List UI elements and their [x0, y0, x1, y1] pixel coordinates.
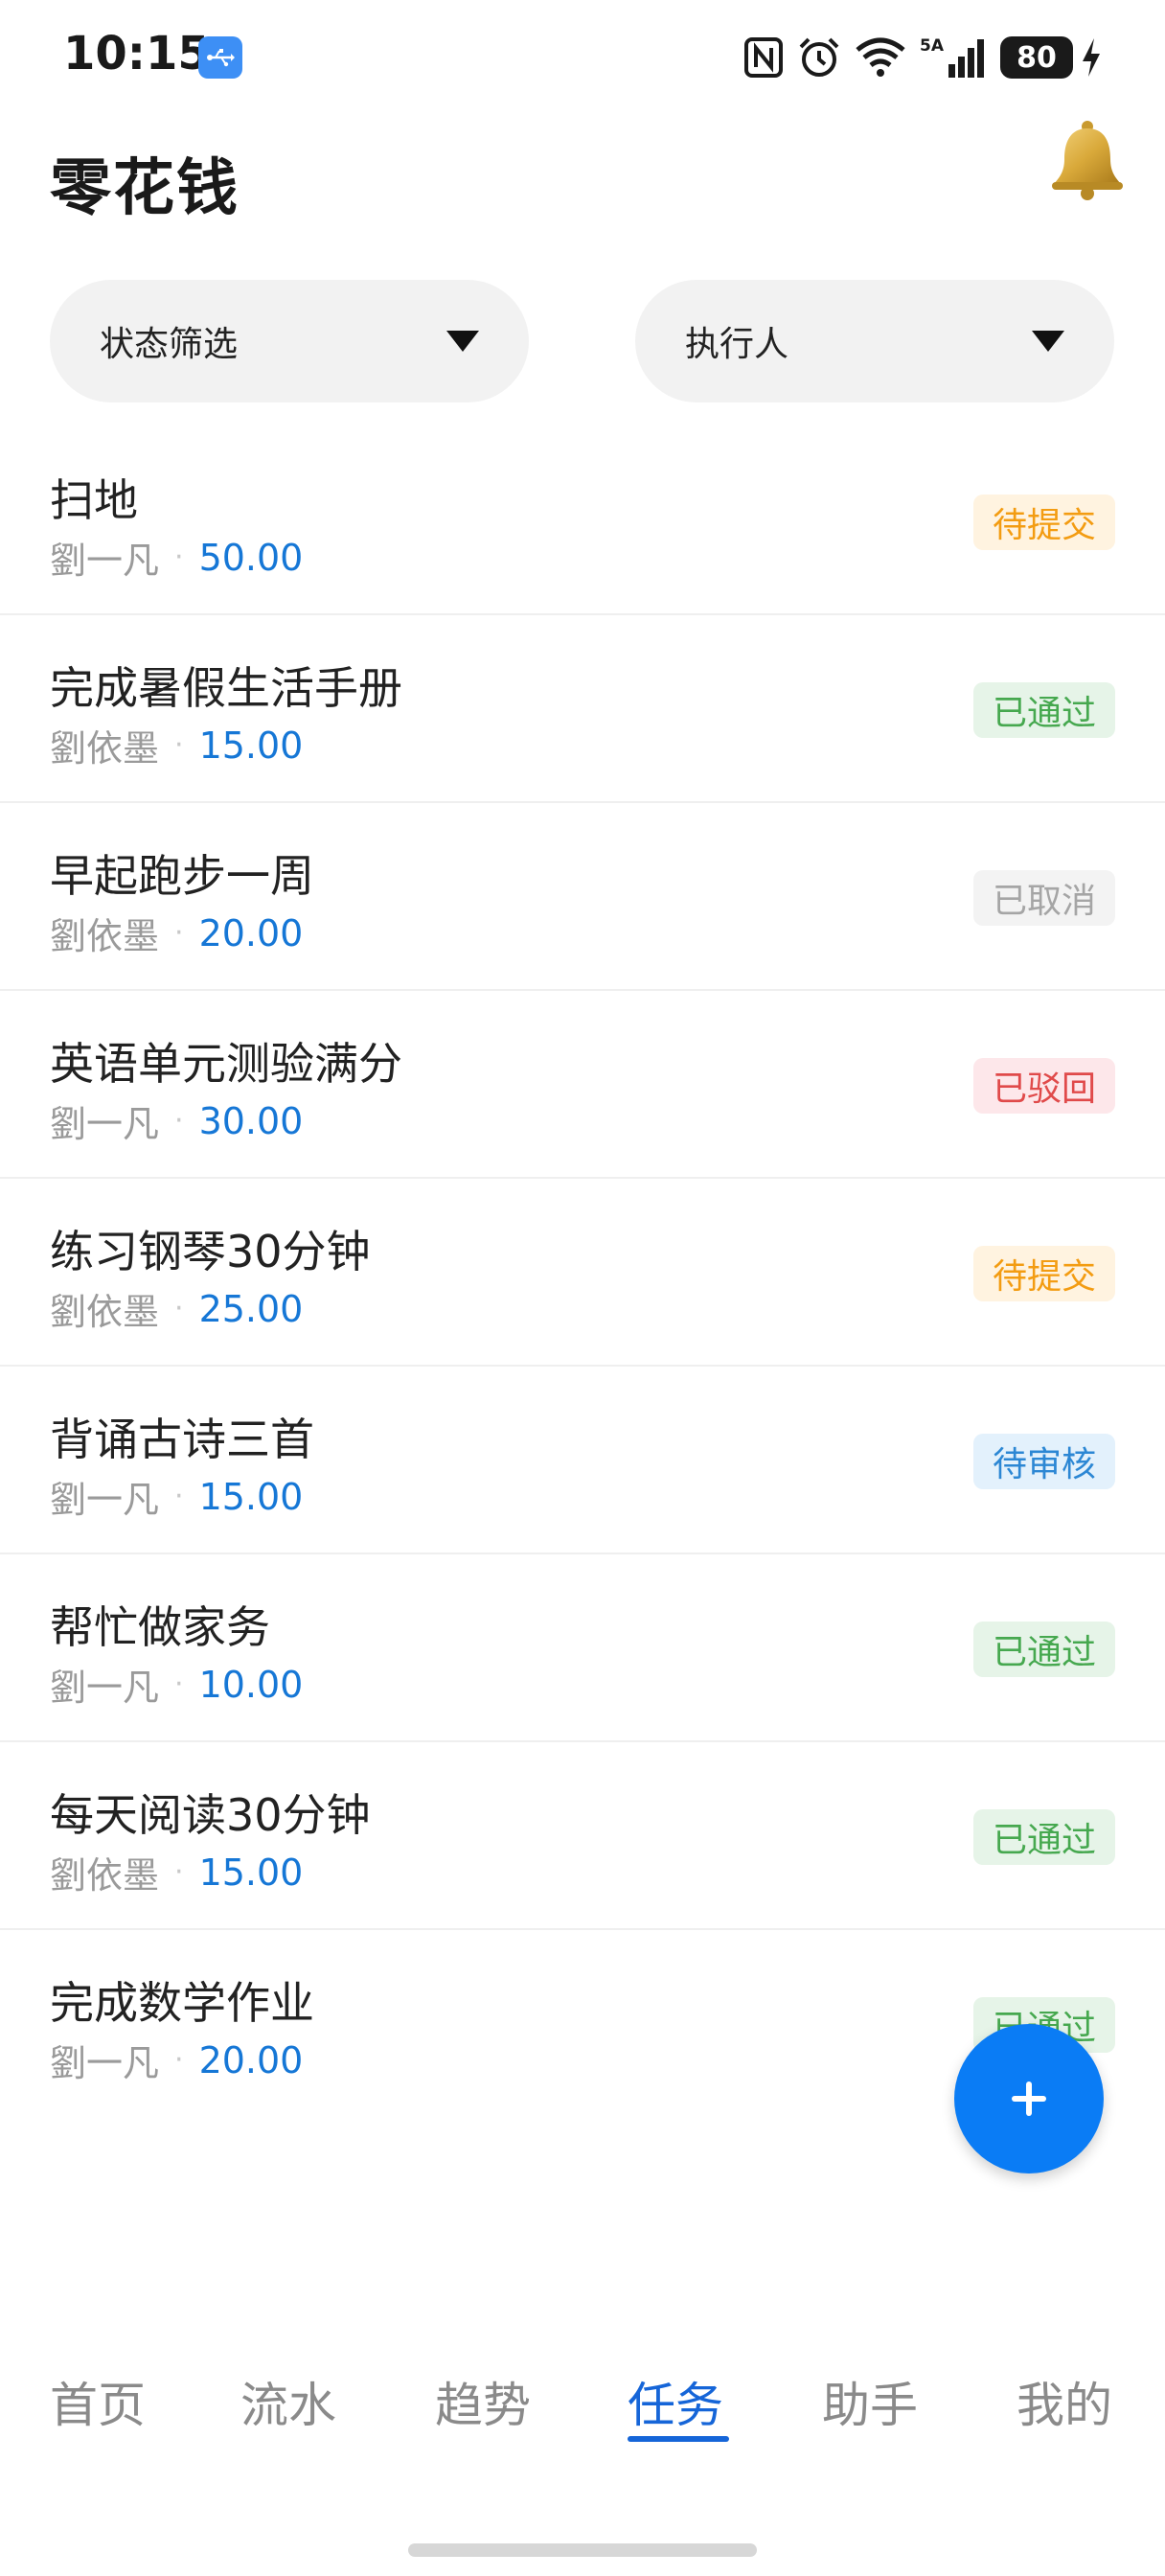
task-row[interactable]: 英语单元测验满分 劉一凡 · 30.00 已驳回 [0, 991, 1165, 1179]
meta-separator: · [174, 1668, 184, 1701]
task-amount: 50.00 [198, 536, 304, 579]
status-time: 10:15 [63, 27, 210, 80]
add-task-button[interactable] [954, 2024, 1104, 2174]
nav-item-me[interactable]: 我的 [1017, 2367, 1112, 2436]
status-badge: 已取消 [972, 870, 1115, 926]
assignee-filter-dropdown[interactable]: 执行人 [635, 280, 1114, 402]
status-badge: 待审核 [972, 1434, 1115, 1489]
task-meta: 劉一凡 · 15.00 [50, 1470, 303, 1523]
signal-icon: 5A [920, 35, 987, 80]
task-row[interactable]: 扫地 劉一凡 · 50.00 待提交 [0, 427, 1165, 615]
task-list: 扫地 劉一凡 · 50.00 待提交 完成暑假生活手册 劉依墨 · 15.00 … [0, 427, 1165, 2118]
task-title: 扫地 [50, 474, 138, 526]
task-meta: 劉一凡 · 20.00 [50, 2034, 303, 2086]
task-title: 完成暑假生活手册 [50, 662, 402, 714]
bottom-nav: 首页 流水 趋势 任务 助手 我的 [0, 2329, 1165, 2444]
assignee-filter-label: 执行人 [685, 325, 789, 364]
task-title: 完成数学作业 [50, 1977, 314, 2029]
usb-icon [198, 36, 242, 79]
screen: 10:15 5A 80 零花钱 状态筛选 执行人 扫地 劉一凡 · 50.00 … [0, 0, 1165, 2576]
status-filter-dropdown[interactable]: 状态筛选 [50, 280, 529, 402]
task-amount: 20.00 [198, 2038, 304, 2082]
battery-icon: 80 [1000, 36, 1073, 79]
page-title: 零花钱 [50, 153, 240, 224]
task-amount: 30.00 [198, 1099, 304, 1142]
task-title: 练习钢琴30分钟 [50, 1226, 371, 1277]
task-meta: 劉一凡 · 50.00 [50, 531, 303, 584]
meta-separator: · [174, 540, 184, 574]
task-row[interactable]: 每天阅读30分钟 劉依墨 · 15.00 已通过 [0, 1742, 1165, 1930]
meta-separator: · [174, 728, 184, 762]
charging-icon [1081, 36, 1102, 79]
task-row[interactable]: 早起跑步一周 劉依墨 · 20.00 已取消 [0, 803, 1165, 991]
nav-item-tasks[interactable]: 任务 [628, 2367, 723, 2436]
task-assignee: 劉一凡 [50, 1667, 160, 1709]
task-assignee: 劉一凡 [50, 1479, 160, 1521]
status-badge: 已通过 [972, 682, 1115, 738]
task-title: 英语单元测验满分 [50, 1038, 402, 1090]
home-indicator[interactable] [408, 2543, 757, 2557]
alarm-icon [797, 35, 841, 80]
task-meta: 劉一凡 · 30.00 [50, 1094, 303, 1147]
task-amount: 15.00 [198, 1851, 304, 1894]
wifi-icon [855, 36, 906, 79]
meta-separator: · [174, 1292, 184, 1325]
status-badge: 已驳回 [972, 1058, 1115, 1114]
plus-icon [1012, 2082, 1046, 2116]
status-badge: 待提交 [972, 1246, 1115, 1301]
status-icons: 5A 80 [743, 29, 1102, 86]
task-assignee: 劉依墨 [50, 915, 160, 957]
status-badge: 待提交 [972, 494, 1115, 550]
status-badge: 已通过 [972, 1622, 1115, 1677]
meta-separator: · [174, 916, 184, 950]
status-bar: 10:15 5A 80 [0, 0, 1165, 105]
task-assignee: 劉一凡 [50, 540, 160, 582]
task-meta: 劉依墨 · 15.00 [50, 1846, 303, 1898]
meta-separator: · [174, 1480, 184, 1513]
meta-separator: · [174, 2043, 184, 2077]
task-amount: 15.00 [198, 724, 304, 767]
task-row[interactable]: 背诵古诗三首 劉一凡 · 15.00 待审核 [0, 1367, 1165, 1554]
task-assignee: 劉依墨 [50, 1854, 160, 1897]
task-assignee: 劉一凡 [50, 1103, 160, 1145]
nfc-icon [743, 36, 784, 79]
task-meta: 劉依墨 · 20.00 [50, 907, 303, 959]
battery-level: 80 [1000, 36, 1073, 79]
meta-separator: · [174, 1855, 184, 1889]
status-badge: 已通过 [972, 1809, 1115, 1865]
task-amount: 20.00 [198, 911, 304, 954]
bell-icon[interactable] [1044, 115, 1131, 201]
task-meta: 劉依墨 · 25.00 [50, 1282, 303, 1335]
network-type-label: 5A [920, 36, 945, 56]
task-amount: 25.00 [198, 1287, 304, 1330]
task-title: 早起跑步一周 [50, 850, 314, 902]
nav-item-assistant[interactable]: 助手 [822, 2367, 918, 2436]
caret-down-icon [446, 331, 479, 352]
task-assignee: 劉依墨 [50, 727, 160, 770]
active-tab-indicator [628, 2436, 729, 2442]
status-filter-label: 状态筛选 [100, 325, 239, 364]
task-assignee: 劉一凡 [50, 2042, 160, 2084]
nav-item-transactions[interactable]: 流水 [240, 2367, 336, 2436]
task-row[interactable]: 帮忙做家务 劉一凡 · 10.00 已通过 [0, 1554, 1165, 1742]
task-amount: 15.00 [198, 1475, 304, 1518]
nav-item-trends[interactable]: 趋势 [435, 2367, 531, 2436]
task-assignee: 劉依墨 [50, 1291, 160, 1333]
task-title: 帮忙做家务 [50, 1601, 270, 1653]
task-row[interactable]: 练习钢琴30分钟 劉依墨 · 25.00 待提交 [0, 1179, 1165, 1367]
task-title: 每天阅读30分钟 [50, 1789, 371, 1841]
task-title: 背诵古诗三首 [50, 1414, 314, 1465]
caret-down-icon [1032, 331, 1064, 352]
task-amount: 10.00 [198, 1663, 304, 1706]
nav-item-home[interactable]: 首页 [50, 2367, 146, 2436]
task-meta: 劉依墨 · 15.00 [50, 719, 303, 771]
task-row[interactable]: 完成暑假生活手册 劉依墨 · 15.00 已通过 [0, 615, 1165, 803]
meta-separator: · [174, 1104, 184, 1138]
task-meta: 劉一凡 · 10.00 [50, 1658, 303, 1711]
